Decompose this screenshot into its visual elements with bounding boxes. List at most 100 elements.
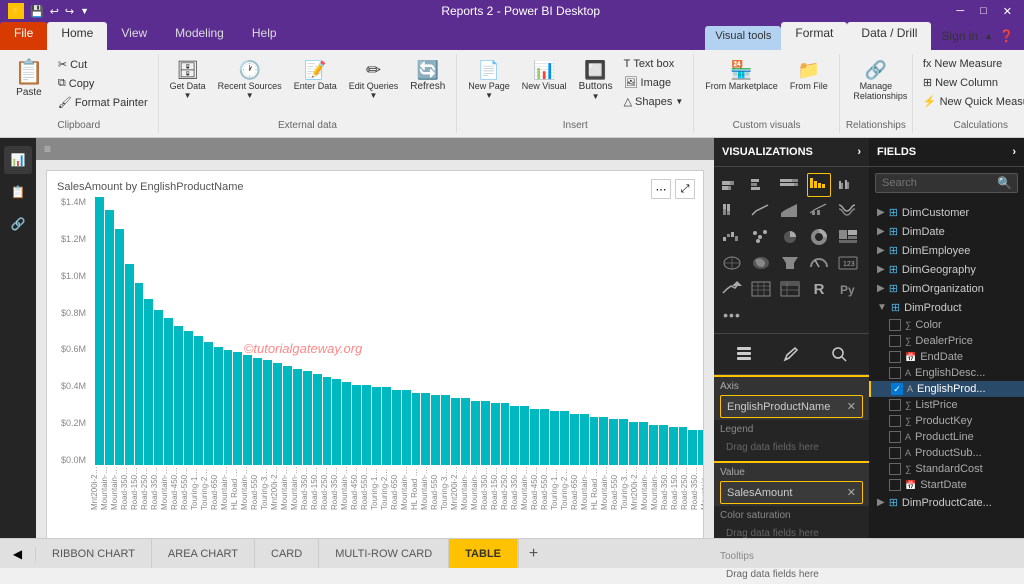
viz-ribbon-chart[interactable] — [836, 199, 860, 223]
fields-tool[interactable] — [730, 340, 758, 368]
close-button[interactable]: ✕ — [999, 5, 1016, 18]
englishdesc-checkbox[interactable] — [889, 367, 901, 379]
value-value[interactable]: SalesAmount ✕ — [720, 481, 863, 504]
viz-more[interactable]: ••• — [720, 303, 744, 327]
tab-table[interactable]: TABLE — [449, 539, 518, 568]
tab-multi-row-card[interactable]: MULTI-ROW CARD — [319, 539, 449, 568]
enter-data-button[interactable]: 📝 Enter Data — [289, 56, 342, 94]
tab-help[interactable]: Help — [238, 22, 291, 50]
viz-scatter[interactable] — [749, 225, 773, 249]
viz-100pct-column[interactable] — [720, 199, 744, 223]
viz-map[interactable] — [720, 251, 744, 275]
viz-table[interactable] — [749, 277, 773, 301]
field-item-productkey[interactable]: ∑ ProductKey — [869, 413, 1024, 429]
field-group-dimgeography[interactable]: ▶ ⊞ DimGeography — [869, 260, 1024, 279]
new-page-button[interactable]: 📄 New Page ▼ — [463, 56, 515, 103]
axis-value[interactable]: EnglishProductName ✕ — [720, 395, 863, 418]
tab-modeling[interactable]: Modeling — [161, 22, 238, 50]
field-item-englishdesc[interactable]: A EnglishDesc... — [869, 365, 1024, 381]
image-button[interactable]: 🖼 Image — [620, 74, 688, 91]
viz-stacked-column[interactable] — [807, 173, 831, 197]
tab-card[interactable]: CARD — [255, 539, 319, 568]
quick-access-undo[interactable]: ↩ — [50, 5, 59, 18]
field-group-dimproduct-header[interactable]: ▼ ⊞ DimProduct — [869, 298, 1024, 317]
textbox-button[interactable]: T Text box — [620, 56, 688, 72]
sign-in-area[interactable]: Sign in ▲ ❓ — [931, 22, 1024, 50]
viz-gauge[interactable] — [807, 251, 831, 275]
field-item-standardcost[interactable]: ∑ StandardCost — [869, 461, 1024, 477]
field-item-startdate[interactable]: 📅 StartDate — [869, 477, 1024, 493]
viz-matrix[interactable] — [778, 277, 802, 301]
field-item-englishprod[interactable]: ✓ A EnglishProd... — [869, 381, 1024, 397]
cut-button[interactable]: ✂ Cut — [54, 56, 152, 73]
viz-panel-expand[interactable]: › — [857, 146, 861, 158]
field-group-dimproduct[interactable]: ▼ ⊞ DimProduct ∑ Color ∑ DealerPrice — [869, 298, 1024, 493]
quick-access-dropdown[interactable]: ▼ — [80, 6, 89, 16]
copy-button[interactable]: ⧉ Copy — [54, 75, 152, 92]
chart-action-fullscreen[interactable]: ⤢ — [675, 179, 695, 199]
new-visual-button[interactable]: 📊 New Visual — [517, 56, 572, 94]
refresh-button[interactable]: 🔄 Refresh — [405, 56, 450, 95]
viz-python[interactable]: Py — [836, 277, 860, 301]
viz-clustered-bar[interactable] — [749, 173, 773, 197]
axis-value-remove[interactable]: ✕ — [847, 400, 856, 413]
maximize-button[interactable]: □ — [976, 5, 991, 17]
field-group-dimgeography-header[interactable]: ▶ ⊞ DimGeography — [869, 260, 1024, 279]
productline-checkbox[interactable] — [889, 431, 901, 443]
chart-action-ellipsis[interactable]: ⋯ — [651, 179, 671, 199]
new-column-button[interactable]: ⊞ New Column — [919, 74, 1024, 91]
sidebar-model-icon[interactable]: 🔗 — [4, 210, 32, 238]
field-group-dimemployee[interactable]: ▶ ⊞ DimEmployee — [869, 241, 1024, 260]
field-group-dimcustomer-header[interactable]: ▶ ⊞ DimCustomer — [869, 203, 1024, 222]
field-item-color[interactable]: ∑ Color — [869, 317, 1024, 333]
field-group-dimemployee-header[interactable]: ▶ ⊞ DimEmployee — [869, 241, 1024, 260]
edit-queries-button[interactable]: ✏ Edit Queries ▼ — [344, 56, 404, 103]
field-group-dimcustomer[interactable]: ▶ ⊞ DimCustomer — [869, 203, 1024, 222]
viz-treemap[interactable] — [836, 225, 860, 249]
field-item-dealerprice[interactable]: ∑ DealerPrice — [869, 333, 1024, 349]
viz-funnel[interactable] — [778, 251, 802, 275]
productkey-checkbox[interactable] — [889, 415, 901, 427]
field-item-productline[interactable]: A ProductLine — [869, 429, 1024, 445]
viz-area-chart[interactable] — [778, 199, 802, 223]
quick-access-redo[interactable]: ↪ — [65, 5, 74, 18]
field-item-productsub[interactable]: A ProductSub... — [869, 445, 1024, 461]
standardcost-checkbox[interactable] — [889, 463, 901, 475]
viz-clustered-column[interactable] — [836, 173, 860, 197]
productsub-checkbox[interactable] — [889, 447, 901, 459]
minimize-button[interactable]: ─ — [952, 5, 968, 17]
field-item-listprice[interactable]: ∑ ListPrice — [869, 397, 1024, 413]
chart-panel[interactable]: ⋯ ⤢ SalesAmount by EnglishProductName ©t… — [46, 170, 704, 538]
tab-area-chart[interactable]: AREA CHART — [152, 539, 255, 568]
analytics-tool[interactable] — [825, 340, 853, 368]
field-item-enddate[interactable]: 📅 EndDate — [869, 349, 1024, 365]
field-group-dimproductcate-header[interactable]: ▶ ⊞ DimProductCate... — [869, 493, 1024, 512]
manage-relationships-button[interactable]: 🔗 Manage Relationships — [848, 56, 903, 104]
viz-100pct-bar[interactable] — [778, 173, 802, 197]
viz-r-script[interactable]: R — [807, 277, 831, 301]
viz-stacked-bar[interactable] — [720, 173, 744, 197]
viz-waterfall[interactable] — [720, 225, 744, 249]
new-quick-measure-button[interactable]: ⚡ New Quick Measure — [919, 93, 1024, 110]
sidebar-report-icon[interactable]: 📊 — [4, 146, 32, 174]
tab-visual-tools[interactable]: Visual tools — [705, 26, 781, 50]
recent-sources-button[interactable]: 🕐 Recent Sources ▼ — [213, 56, 287, 103]
from-marketplace-button[interactable]: 🏪 From Marketplace — [700, 56, 783, 94]
tab-add-button[interactable]: + — [518, 539, 548, 568]
tab-ribbon-chart[interactable]: RIBBON CHART — [36, 539, 152, 568]
field-group-dimproductcate[interactable]: ▶ ⊞ DimProductCate... — [869, 493, 1024, 512]
dealerprice-checkbox[interactable] — [889, 335, 901, 347]
shapes-button[interactable]: △ Shapes ▼ — [620, 93, 688, 110]
startdate-checkbox[interactable] — [889, 479, 901, 491]
viz-donut[interactable] — [807, 225, 831, 249]
viz-filled-map[interactable] — [749, 251, 773, 275]
color-checkbox[interactable] — [889, 319, 901, 331]
fields-panel-expand[interactable]: › — [1012, 146, 1016, 158]
tab-format[interactable]: Format — [781, 22, 847, 50]
field-group-dimorganization-header[interactable]: ▶ ⊞ DimOrganization — [869, 279, 1024, 298]
buttons-button[interactable]: 🔲 Buttons ▼ — [574, 56, 618, 104]
formula-bar-expand[interactable]: ≡ — [44, 142, 51, 156]
format-painter-button[interactable]: 🖌 Format Painter — [54, 94, 152, 111]
viz-card[interactable]: 123 — [836, 251, 860, 275]
field-group-dimdate[interactable]: ▶ ⊞ DimDate — [869, 222, 1024, 241]
